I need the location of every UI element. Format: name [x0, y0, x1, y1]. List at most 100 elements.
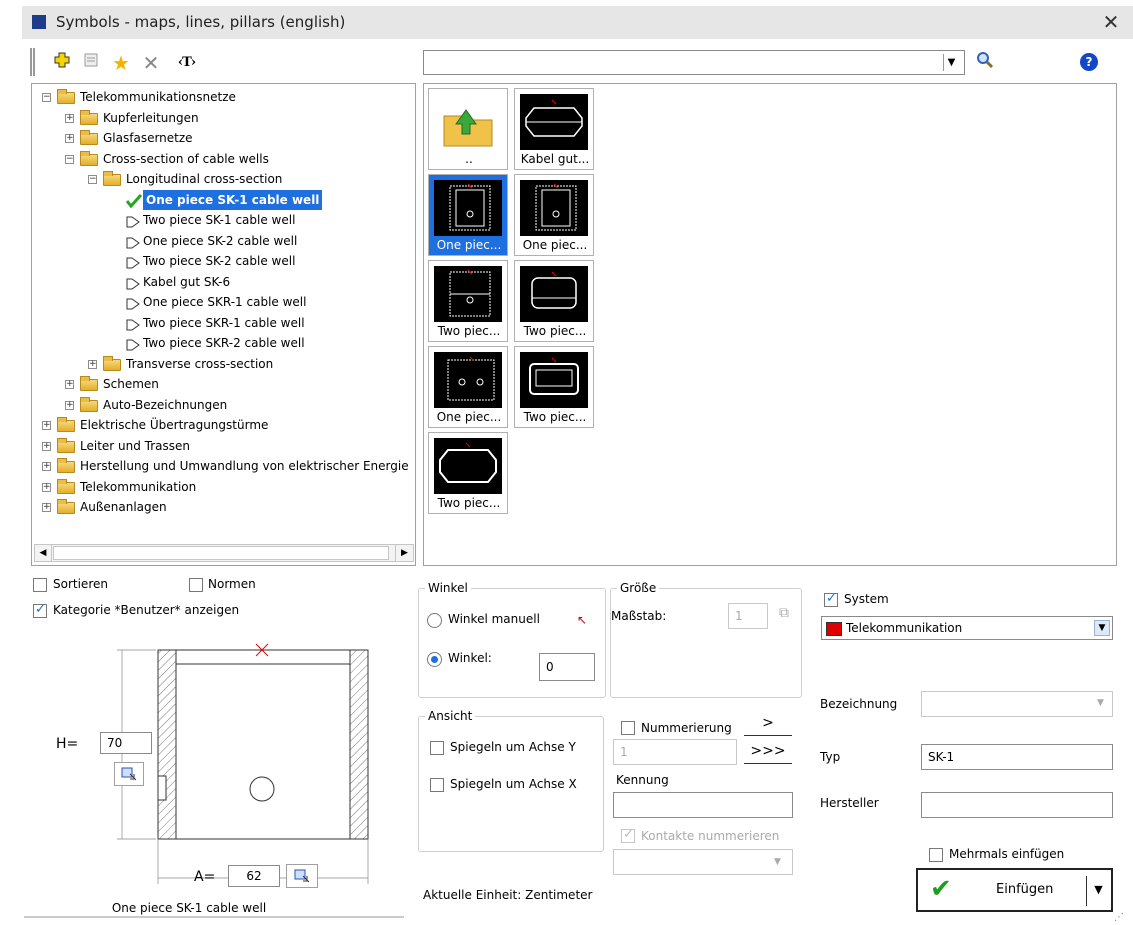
close-button[interactable]: ✕ [1097, 10, 1125, 34]
favorite-star-icon[interactable]: ★ [110, 52, 132, 74]
expand-icon[interactable]: + [42, 421, 51, 430]
winkel-manual-radio[interactable] [427, 613, 442, 628]
tree-folder-item[interactable]: + Herstellung und Umwandlung von elektris… [32, 456, 415, 476]
symbol-thumbnail[interactable]: Two piec... [514, 346, 594, 428]
symbol-thumbnail[interactable]: One piec... [428, 346, 508, 428]
symbol-thumbnail[interactable]: Two piec... [428, 432, 508, 514]
scroll-thumb[interactable] [53, 546, 389, 560]
number-input[interactable]: 1 [613, 739, 737, 765]
kontakte-dropdown-icon[interactable]: ▼ [774, 850, 781, 874]
h-dimension-input[interactable]: 70 [100, 732, 152, 754]
symbol-thumbnail[interactable]: One piec... [428, 174, 508, 256]
tree-symbol-item[interactable]: Two piece SK-1 cable well [32, 210, 415, 230]
scroll-left-icon[interactable]: ◀ [35, 545, 52, 561]
normen-label: Normen [208, 577, 256, 591]
mirror-x-checkbox[interactable] [430, 778, 444, 792]
tree-folder-item[interactable]: − Longitudinal cross-section [32, 169, 415, 189]
tree-symbol-item[interactable]: One piece SK-1 cable well [32, 189, 415, 210]
resize-grip-icon[interactable]: ⋰ [1114, 912, 1124, 923]
tree-symbol-item[interactable]: One piece SK-2 cable well [32, 231, 415, 251]
expand-icon[interactable]: + [65, 380, 74, 389]
kontakte-checkbox[interactable] [621, 827, 635, 843]
system-dropdown-icon[interactable]: ▼ [1094, 620, 1110, 636]
typ-input[interactable]: SK-1 [921, 744, 1113, 770]
symbol-thumbnail[interactable]: Two piec... [514, 260, 594, 342]
expand-icon[interactable]: + [42, 441, 51, 451]
kennung-input[interactable] [613, 792, 793, 818]
expand-icon[interactable]: + [65, 113, 74, 123]
sortieren-checkbox[interactable] [33, 578, 47, 592]
add-icon[interactable] [51, 52, 73, 74]
next-all-button[interactable]: >>> [744, 740, 792, 764]
tree-folder-item[interactable]: + Elektrische Übertragungstürme [32, 415, 415, 435]
symbol-preview-icon [520, 180, 588, 236]
symbol-thumbnail[interactable]: One piec... [514, 174, 594, 256]
tree-folder-item[interactable]: + Transverse cross-section [32, 354, 415, 374]
tree-folder-item[interactable]: + Außenanlagen [32, 497, 415, 517]
tree-folder-item[interactable]: + Telekommunikation [32, 477, 415, 497]
system-select[interactable]: Telekommunikation ▼ [821, 616, 1113, 640]
expand-icon[interactable]: + [65, 400, 74, 410]
dropdown-arrow-icon[interactable]: ▼ [943, 54, 959, 71]
properties-icon[interactable] [80, 52, 102, 74]
tree-symbol-item[interactable]: Two piece SK-2 cable well [32, 251, 415, 271]
symbol-thumbnail[interactable]: Kabel gut... [514, 88, 594, 170]
scroll-right-icon[interactable]: ▶ [395, 545, 413, 561]
mehrmals-checkbox[interactable] [929, 848, 943, 862]
a-pick-button[interactable] [286, 864, 318, 888]
collapse-icon[interactable]: − [88, 175, 97, 184]
text-tool-icon[interactable]: ‹T› [170, 52, 204, 74]
tree-folder-item[interactable]: + Leiter und Trassen [32, 436, 415, 456]
hersteller-input[interactable] [921, 792, 1113, 818]
delete-icon[interactable]: ✕ [140, 52, 162, 74]
normen-checkbox[interactable] [189, 578, 203, 592]
scale-input[interactable]: 1 [728, 603, 768, 629]
tree-folder-item[interactable]: − Cross-section of cable wells [32, 149, 415, 169]
search-input[interactable] [424, 51, 939, 74]
bezeichnung-dropdown-icon[interactable]: ▼ [1097, 698, 1104, 708]
kontakte-select[interactable]: ▼ [613, 849, 793, 875]
expand-icon[interactable]: + [42, 482, 51, 492]
symbol-thumbnail[interactable]: .. [428, 88, 508, 170]
insert-button[interactable]: ✔ Einfügen ▼ [916, 868, 1113, 912]
collapse-icon[interactable]: − [42, 93, 51, 102]
thumbnail-panel[interactable]: .. Kabel gut... One piec... One piec... Two … [423, 83, 1117, 566]
bezeichnung-select[interactable] [921, 691, 1113, 717]
angle-input[interactable]: 0 [539, 653, 595, 681]
symbol-tree[interactable]: − Telekommunikationsnetze + Kupferleitungen… [31, 83, 416, 566]
help-icon[interactable]: ? [1080, 53, 1098, 71]
expand-icon[interactable]: + [42, 503, 51, 512]
expand-icon[interactable]: + [42, 462, 51, 471]
next-number-button[interactable]: > [744, 712, 792, 736]
symbol-thumbnail[interactable]: Two piec... [428, 260, 508, 342]
tree-symbol-item[interactable]: Kabel gut SK-6 [32, 272, 415, 292]
system-color-swatch [826, 622, 842, 636]
tree-symbol-item[interactable]: Two piece SKR-2 cable well [32, 333, 415, 353]
nummerierung-checkbox[interactable] [621, 721, 635, 735]
expand-icon[interactable]: + [65, 134, 74, 143]
system-checkbox[interactable] [824, 591, 838, 607]
symbol-preview-icon [434, 266, 502, 322]
search-combo[interactable]: ▼ [423, 50, 965, 75]
tree-folder-item[interactable]: + Glasfasernetze [32, 128, 415, 148]
tree-symbol-item[interactable]: One piece SKR-1 cable well [32, 292, 415, 312]
scale-pick-icon[interactable]: ⧉ [779, 605, 789, 621]
tree-folder-item[interactable]: + Auto-Bezeichnungen [32, 395, 415, 415]
winkel-radio[interactable] [427, 652, 442, 667]
tree-folder-item[interactable]: − Telekommunikationsnetze [32, 87, 415, 107]
insert-dropdown-icon[interactable]: ▼ [1086, 876, 1110, 906]
tree-folder-item[interactable]: + Kupferleitungen [32, 108, 415, 128]
h-pick-button[interactable] [114, 762, 144, 786]
horizontal-scrollbar[interactable]: ◀ ▶ [34, 544, 414, 562]
tree-folder-item[interactable]: + Schemen [32, 374, 415, 394]
tree-symbol-item[interactable]: Two piece SKR-1 cable well [32, 313, 415, 333]
symbol-preview-icon [520, 94, 588, 150]
expand-icon[interactable]: + [88, 359, 97, 369]
collapse-icon[interactable]: − [65, 154, 74, 164]
search-icon[interactable] [974, 51, 996, 73]
a-dimension-input[interactable]: 62 [228, 865, 280, 887]
mirror-y-checkbox[interactable] [430, 741, 444, 755]
tree-item-label: Leiter und Trassen [80, 438, 191, 453]
kategorie-checkbox[interactable] [33, 602, 47, 618]
preview-panel: H= 70 A= 62 One piece SK-1 cable well [24, 626, 404, 920]
